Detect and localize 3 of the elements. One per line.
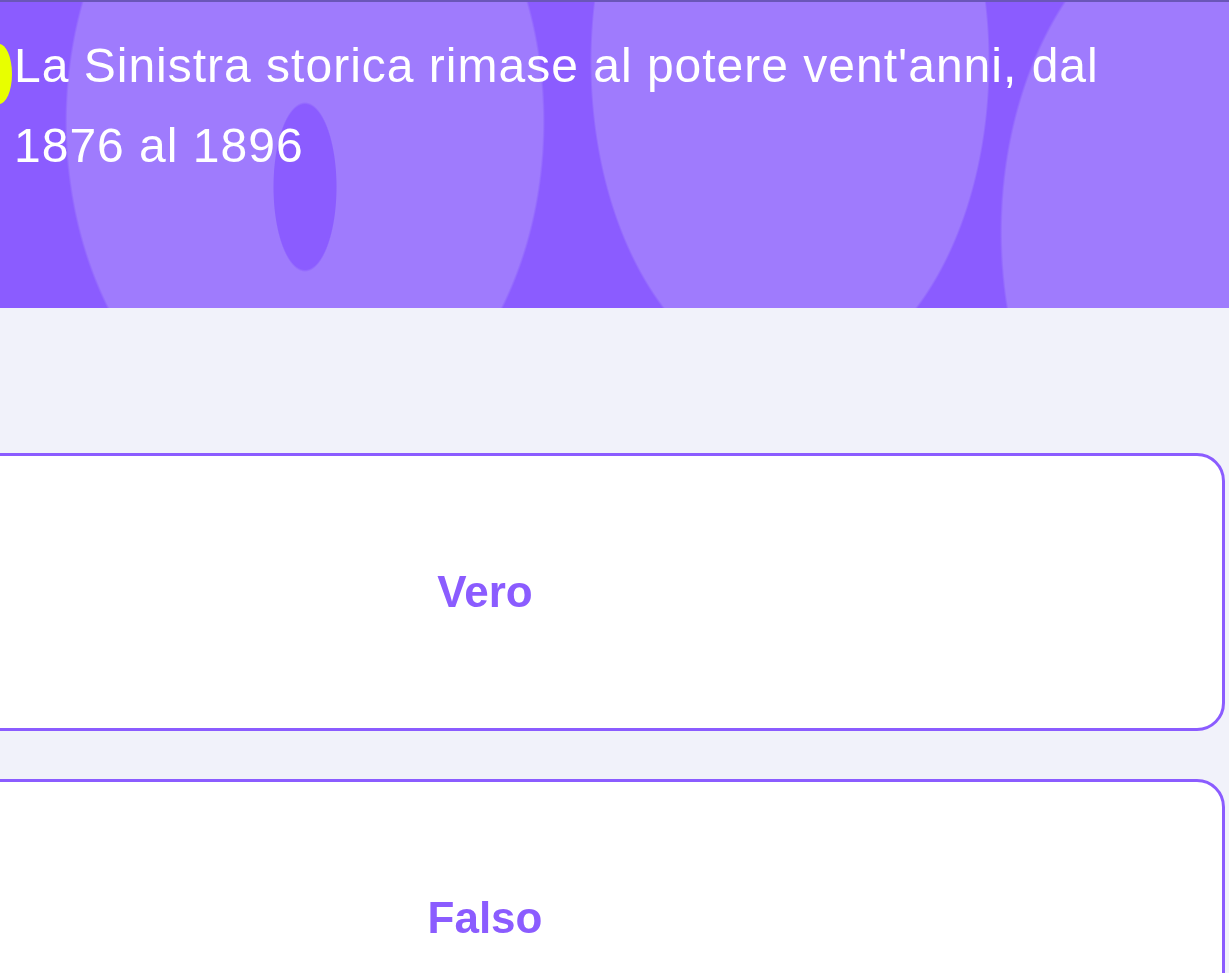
answer-option[interactable]: Falso — [0, 779, 1225, 973]
answer-option[interactable]: Vero — [0, 453, 1225, 731]
question-text: La Sinistra storica rimase al potere vent'anni, dal 1876 al 1896 — [14, 38, 1100, 174]
